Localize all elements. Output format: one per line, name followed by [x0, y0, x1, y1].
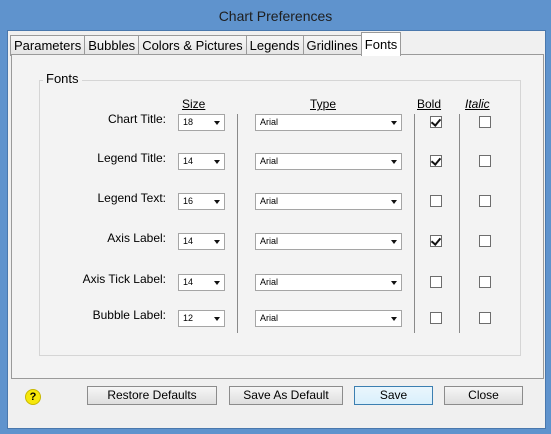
save-button[interactable]: Save — [354, 386, 433, 405]
tab-bubbles[interactable]: Bubbles — [84, 35, 140, 56]
row-label: Axis Label: — [107, 231, 166, 245]
chevron-down-icon — [214, 317, 220, 321]
size-select[interactable]: 18 — [178, 114, 225, 131]
row-label: Chart Title: — [107, 112, 166, 126]
size-value: 14 — [183, 277, 194, 287]
type-value: Arial — [260, 117, 279, 127]
row-label: Bubble Label: — [92, 308, 166, 322]
italic-checkbox[interactable] — [479, 276, 491, 288]
chevron-down-icon — [391, 160, 397, 164]
type-header: Type — [310, 97, 337, 111]
chevron-down-icon — [214, 281, 220, 285]
window: Chart Preferences Parameters Bubbles Col… — [0, 0, 551, 434]
chevron-down-icon — [391, 317, 397, 321]
dialog-client: Parameters Bubbles Colors & Pictures Leg… — [7, 30, 546, 429]
chevron-down-icon — [214, 240, 220, 244]
type-value: Arial — [260, 277, 279, 287]
chevron-down-icon — [391, 240, 397, 244]
size-select[interactable]: 16 — [178, 193, 225, 210]
bold-checkbox[interactable] — [430, 235, 442, 247]
size-value: 18 — [183, 117, 194, 127]
help-icon[interactable]: ? — [25, 389, 41, 405]
type-select[interactable]: Arial — [255, 274, 402, 291]
tab-colors-pictures[interactable]: Colors & Pictures — [138, 35, 247, 56]
row-label: Legend Title: — [97, 151, 166, 165]
tab-gridlines[interactable]: Gridlines — [302, 35, 362, 56]
size-select[interactable]: 12 — [178, 310, 225, 327]
checkmark-icon — [430, 235, 442, 246]
italic-checkbox[interactable] — [479, 155, 491, 167]
column-divider-bold-italic — [459, 114, 460, 333]
size-value: 14 — [183, 156, 194, 166]
size-value: 14 — [183, 236, 194, 246]
italic-checkbox[interactable] — [479, 235, 491, 247]
italic-checkbox[interactable] — [479, 195, 491, 207]
type-select[interactable]: Arial — [255, 114, 402, 131]
type-value: Arial — [260, 313, 279, 323]
close-button[interactable]: Close — [444, 386, 523, 405]
chevron-down-icon — [214, 121, 220, 125]
chevron-down-icon — [214, 160, 220, 164]
type-value: Arial — [260, 196, 279, 206]
tab-strip: Parameters Bubbles Colors & Pictures Leg… — [10, 32, 402, 56]
type-value: Arial — [260, 156, 279, 166]
tab-fonts[interactable]: Fonts — [360, 32, 402, 56]
column-divider-type-bold — [414, 114, 415, 333]
type-select[interactable]: Arial — [255, 193, 402, 210]
bold-header: Bold — [417, 97, 442, 111]
tab-parameters[interactable]: Parameters — [10, 35, 86, 56]
fonts-group-title: Fonts — [43, 71, 82, 86]
column-divider-size-type — [237, 114, 238, 333]
chevron-down-icon — [214, 200, 220, 204]
type-select[interactable]: Arial — [255, 310, 402, 327]
size-value: 16 — [183, 196, 194, 206]
italic-header: Italic — [465, 97, 490, 111]
bold-checkbox[interactable] — [430, 312, 442, 324]
size-select[interactable]: 14 — [178, 233, 225, 250]
type-select[interactable]: Arial — [255, 233, 402, 250]
row-label: Axis Tick Label: — [82, 272, 166, 286]
type-value: Arial — [260, 236, 279, 246]
bold-checkbox[interactable] — [430, 155, 442, 167]
bold-checkbox[interactable] — [430, 195, 442, 207]
italic-checkbox[interactable] — [479, 312, 491, 324]
tab-legends[interactable]: Legends — [245, 35, 304, 56]
size-header: Size — [182, 97, 206, 111]
window-title: Chart Preferences — [218, 8, 333, 24]
checkmark-icon — [430, 155, 442, 166]
bold-checkbox[interactable] — [430, 276, 442, 288]
fonts-panel: Fonts Size Type Bold Italic Chart Title:… — [11, 54, 544, 379]
restore-defaults-button[interactable]: Restore Defaults — [87, 386, 217, 405]
chevron-down-icon — [391, 200, 397, 204]
size-select[interactable]: 14 — [178, 274, 225, 291]
bold-checkbox[interactable] — [430, 116, 442, 128]
chevron-down-icon — [391, 121, 397, 125]
chevron-down-icon — [391, 281, 397, 285]
size-select[interactable]: 14 — [178, 153, 225, 170]
save-as-default-button[interactable]: Save As Default — [229, 386, 343, 405]
checkmark-icon — [430, 116, 442, 127]
type-select[interactable]: Arial — [255, 153, 402, 170]
italic-checkbox[interactable] — [479, 116, 491, 128]
size-value: 12 — [183, 313, 194, 323]
row-label: Legend Text: — [97, 191, 166, 205]
